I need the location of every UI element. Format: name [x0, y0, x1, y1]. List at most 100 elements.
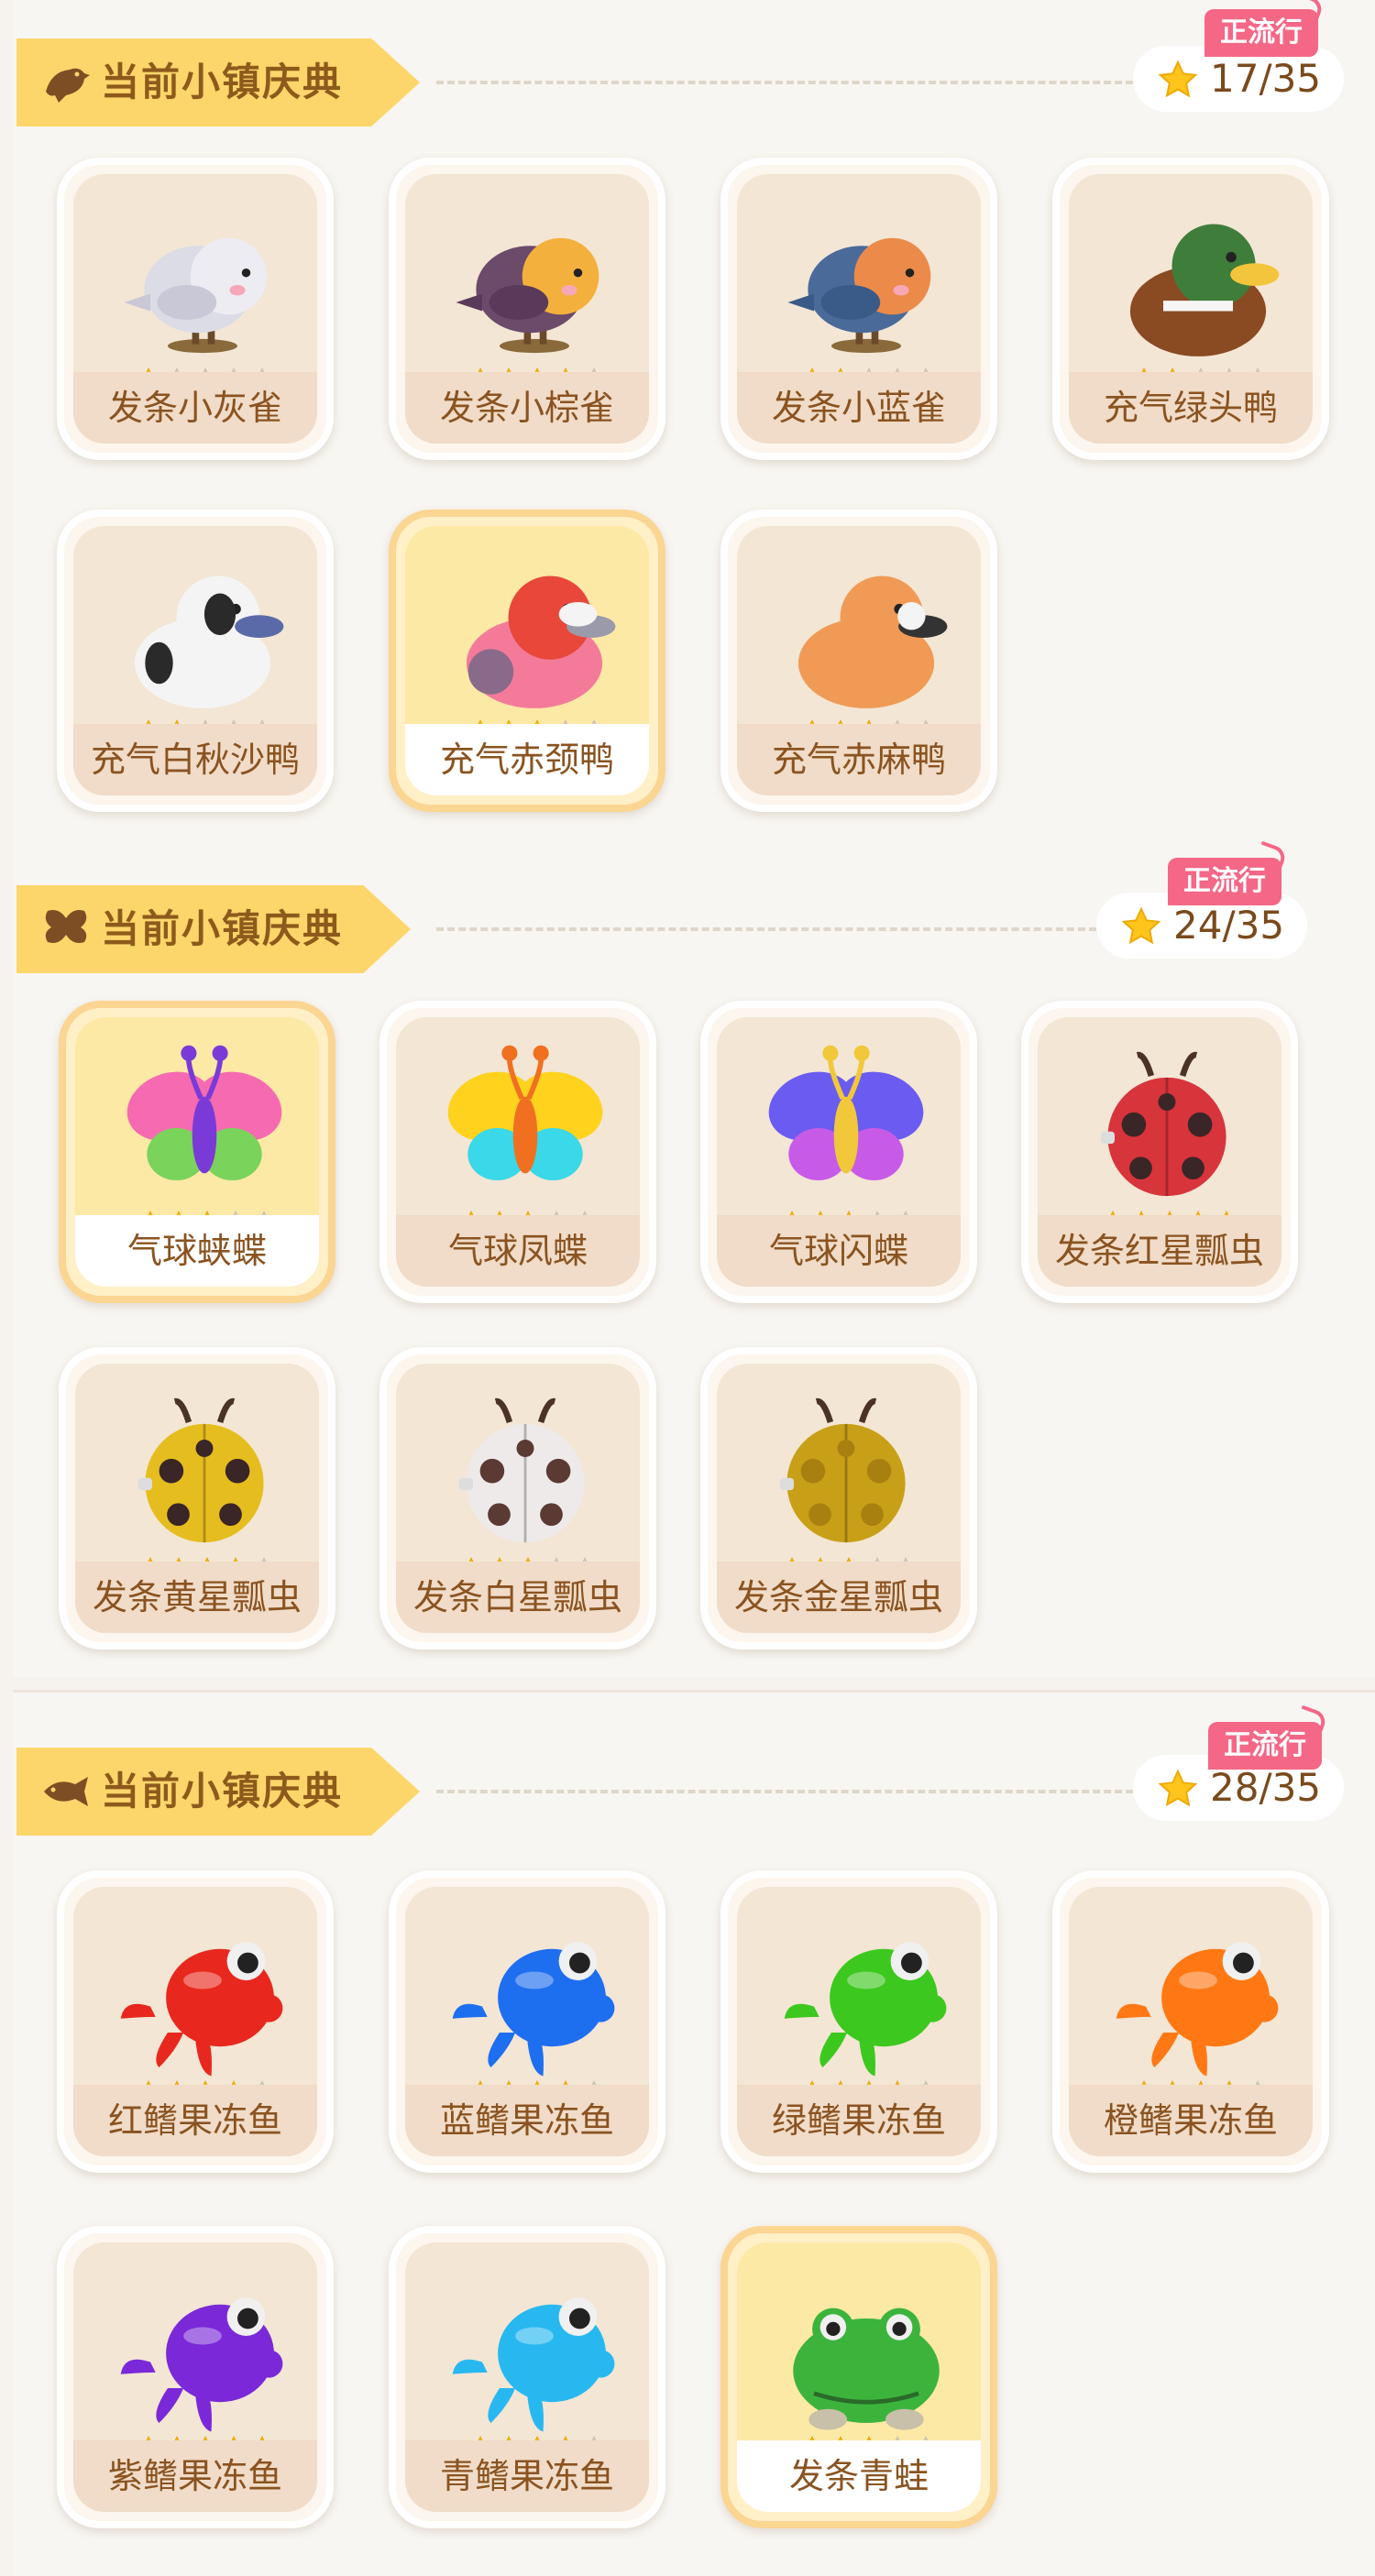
mallard-illustration — [1129, 224, 1280, 356]
item-name: 红鳍果冻鱼 — [107, 2100, 282, 2141]
item-card[interactable]: 红鳍果冻鱼 — [57, 1870, 334, 2173]
item-name: 气球蛱蝶 — [126, 1231, 267, 1271]
smew-illustration — [134, 575, 284, 708]
item-name: 发条黄星瓢虫 — [92, 1577, 302, 1617]
fish-art — [1106, 1911, 1291, 2085]
header-divider — [436, 81, 1133, 84]
fish-cyan-illustration — [452, 2297, 615, 2432]
item-card[interactable]: 橙鳍果冻鱼 — [1052, 1870, 1329, 2173]
item-name: 发条青蛙 — [788, 2456, 929, 2496]
fish-blue-illustration — [452, 1942, 615, 2077]
item-card[interactable]: 蓝鳍果冻鱼 — [389, 1870, 666, 2173]
item-name: 紫鳍果冻鱼 — [107, 2456, 282, 2496]
item-card[interactable]: 发条白星瓢虫 — [380, 1347, 656, 1650]
butterfly-art — [754, 1041, 939, 1215]
item-name: 橙鳍果冻鱼 — [1103, 2100, 1278, 2141]
item-name: 充气绿头鸭 — [1103, 388, 1278, 428]
sparrow-art — [442, 198, 627, 372]
butterfly-art — [433, 1041, 618, 1215]
item-card[interactable]: 发条黄星瓢虫 — [59, 1347, 336, 1650]
section-header: 当前小镇庆典 24/35 正流行 — [13, 852, 1375, 1017]
ladybug-art — [754, 1387, 939, 1562]
item-card[interactable]: 充气白秋沙鸭 — [57, 510, 334, 812]
brown-sparrow-illustration — [456, 237, 600, 354]
trending-badge: 正流行 — [1208, 1722, 1322, 1770]
item-name: 发条金星瓢虫 — [733, 1577, 943, 1617]
ladybug-red-illustration — [1100, 1051, 1226, 1197]
trending-label: 正流行 — [1224, 1729, 1306, 1761]
ladybug-art — [1074, 1041, 1260, 1215]
item-card[interactable]: 青鳍果冻鱼 — [389, 2226, 666, 2528]
trending-label: 正流行 — [1220, 16, 1303, 49]
section-title: 当前小镇庆典 — [101, 60, 344, 104]
item-name: 发条红星瓢虫 — [1054, 1231, 1264, 1271]
item-name: 发条白星瓢虫 — [412, 1577, 622, 1617]
star-icon — [1158, 60, 1198, 98]
item-name: 发条小蓝雀 — [771, 388, 946, 428]
duck-art — [1106, 198, 1291, 372]
item-name: 气球凤蝶 — [447, 1231, 588, 1271]
celebration-section-insects: 当前小镇庆典 24/35 正流行 气球蛱蝶 气球凤蝶 气球闪蝶 发条红星瓢虫 发… — [13, 852, 1375, 1677]
item-name: 气球闪蝶 — [768, 1231, 908, 1271]
item-card[interactable]: 紫鳍果冻鱼 — [57, 2226, 334, 2528]
celebration-tag: 当前小镇庆典 — [16, 885, 411, 973]
item-card[interactable]: 充气赤颈鸭 — [389, 510, 666, 812]
section-title: 当前小镇庆典 — [101, 906, 344, 951]
fish-orange-illustration — [1116, 1942, 1279, 2077]
item-card[interactable]: 气球闪蝶 — [700, 1001, 977, 1303]
duck-art — [442, 550, 627, 724]
wigeon-illustration — [466, 575, 616, 708]
item-card[interactable]: 气球凤蝶 — [380, 1001, 656, 1303]
item-name: 青鳍果冻鱼 — [439, 2456, 614, 2496]
fish-art — [442, 2266, 627, 2440]
item-card[interactable]: 发条小灰雀 — [57, 158, 334, 460]
item-name: 绿鳍果冻鱼 — [771, 2100, 946, 2141]
frog-art — [774, 2266, 959, 2440]
trending-badge: 正流行 — [1204, 9, 1318, 57]
trending-label: 正流行 — [1183, 865, 1266, 897]
fish-art — [110, 2266, 295, 2440]
fish-art — [110, 1911, 295, 2085]
item-name: 充气赤麻鸭 — [771, 740, 946, 780]
item-name: 蓝鳍果冻鱼 — [439, 2100, 614, 2141]
item-card[interactable]: 发条小棕雀 — [389, 158, 666, 460]
ladybug-gold-illustration — [779, 1398, 906, 1543]
item-card[interactable]: 充气赤麻鸭 — [720, 510, 997, 812]
trending-badge: 正流行 — [1168, 858, 1282, 905]
item-card[interactable]: 发条红星瓢虫 — [1021, 1001, 1298, 1303]
item-name: 发条小棕雀 — [439, 388, 614, 428]
fish-art — [774, 1911, 959, 2085]
fish-art — [442, 1911, 627, 2085]
celebration-section-birds: 当前小镇庆典 17/35 正流行 发条小灰雀 发条小棕雀 发条小蓝雀 充气绿头鸭… — [13, 0, 1375, 852]
section-header: 当前小镇庆典 28/35 正流行 — [13, 1693, 1375, 1858]
star-icon — [1158, 1769, 1198, 1807]
bird-icon — [46, 68, 90, 103]
sparrow-art — [774, 198, 959, 372]
ladybug-art — [433, 1387, 618, 1562]
frog-green-illustration — [793, 2307, 940, 2430]
butterfly-art — [112, 1041, 297, 1215]
header-divider — [436, 927, 1096, 931]
collection-count: 28/35 — [1210, 1765, 1322, 1810]
ladybug-white-illustration — [458, 1398, 585, 1543]
section-header: 当前小镇庆典 17/35 正流行 — [13, 0, 1375, 165]
celebration-tag: 当前小镇庆典 — [16, 38, 420, 126]
blue-sparrow-illustration — [787, 237, 931, 354]
item-name: 充气赤颈鸭 — [439, 740, 614, 780]
item-card[interactable]: 发条金星瓢虫 — [700, 1347, 977, 1650]
item-card[interactable]: 气球蛱蝶 — [59, 1001, 336, 1303]
header-divider — [436, 1790, 1133, 1793]
shelduck-illustration — [798, 575, 948, 708]
item-card[interactable]: 发条小蓝雀 — [720, 158, 997, 460]
fish-icon — [44, 1777, 88, 1806]
item-card[interactable]: 充气绿头鸭 — [1052, 158, 1329, 460]
sparrow-art — [110, 198, 295, 372]
section-title: 当前小镇庆典 — [101, 1769, 344, 1814]
butterfly-pink-illustration — [126, 1045, 282, 1180]
item-card[interactable]: 发条青蛙 — [720, 2226, 997, 2528]
collection-count: 17/35 — [1210, 56, 1322, 101]
fish-red-illustration — [120, 1942, 283, 2077]
star-icon — [1121, 906, 1161, 945]
item-card[interactable]: 绿鳍果冻鱼 — [720, 1870, 997, 2173]
item-name: 发条小灰雀 — [107, 388, 282, 428]
